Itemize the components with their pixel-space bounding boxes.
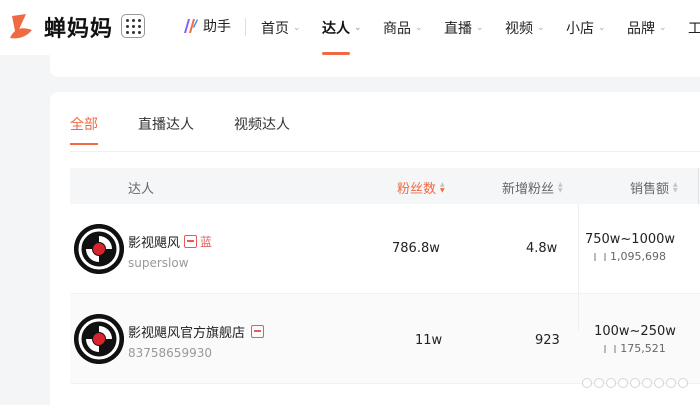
influencer-name[interactable]: 影视飓风官方旗舰店: [128, 322, 245, 341]
nav-brand[interactable]: 品牌 ⌄: [627, 0, 667, 55]
nav-products-label: 商品: [383, 20, 411, 37]
table-header: 达人 粉丝数 ▲ ▼ 新增粉丝 ▲ ▼ 销售额 ▲ ▼: [70, 168, 700, 204]
header-fans[interactable]: 粉丝数 ▲ ▼: [397, 178, 445, 197]
influencer-table: 达人 粉丝数 ▲ ▼ 新增粉丝 ▲ ▼ 销售额 ▲ ▼ 影视飓风 蓝 super…: [70, 168, 700, 384]
app-grid-icon[interactable]: [121, 14, 145, 38]
nav-assistant[interactable]: 助手: [181, 16, 231, 36]
nav-live[interactable]: 直播 ⌄: [444, 0, 484, 55]
nav-influencer-label: 达人: [322, 20, 350, 37]
header-fans-label: 粉丝数: [397, 182, 437, 197]
influencer-list-card: 全部 直播达人 视频达人 达人 粉丝数 ▲▼ 新增粉丝 ▲▼ 销售额 ▲▼: [50, 92, 700, 405]
nav-divider: [245, 18, 246, 36]
sales-cell: 750w~1000w 1,095,698: [575, 232, 685, 263]
tabs-divider: [70, 151, 700, 152]
header-sales-label: 销售额: [630, 182, 670, 197]
chevron-down-icon: ⌄: [537, 22, 545, 33]
sales-count-line: 1,095,698: [575, 250, 685, 263]
nav-tools-label: 工: [688, 20, 700, 37]
nav-video-label: 视频: [505, 20, 533, 37]
chevron-down-icon: ⌄: [293, 22, 301, 33]
nav-home-label: 首页: [261, 20, 289, 37]
brand-logo-icon: [10, 14, 32, 39]
table-row[interactable]: 影视飓风官方旗舰店 83758659930 11w 923 100w~250w …: [70, 294, 700, 384]
sort-icon: ▲ ▼: [673, 180, 678, 194]
nav-shop[interactable]: 小店 ⌄: [566, 0, 606, 55]
fans-count: 786.8w: [392, 241, 440, 256]
sales-cell: 100w~250w 175,521: [580, 324, 690, 355]
header-influencer: 达人: [128, 182, 155, 197]
sort-icon: ▲ ▼: [440, 180, 445, 194]
top-navigation-bar: 蝉妈妈 助手 首页 ⌄ 达人 ⌄ 商品 ⌄ 直播 ⌄ 视频 ⌄ 小店 ⌄ 品牌 ⌄ 工: [0, 0, 700, 55]
table-row[interactable]: 影视飓风 蓝 superslow 786.8w 4.8w 750w~1000w …: [70, 204, 700, 294]
avatar[interactable]: [74, 314, 124, 364]
new-fans-count: 4.8w: [526, 241, 558, 256]
nav-influencer[interactable]: 达人 ⌄: [322, 0, 362, 55]
nav-tools[interactable]: 工: [688, 0, 700, 55]
tab-active-indicator: [70, 143, 98, 145]
column-divider: [578, 204, 579, 330]
avatar[interactable]: [74, 224, 124, 274]
sales-count: 175,521: [620, 342, 666, 355]
sales-range: 750w~1000w: [584, 232, 676, 247]
header-new-fans-label: 新增粉丝: [502, 182, 555, 197]
sales-count-line: 175,521: [580, 342, 690, 355]
influencer-id: 83758659930: [128, 346, 212, 360]
watermark-icon: [582, 378, 688, 388]
chevron-down-icon: ⌄: [415, 22, 423, 33]
nav-video[interactable]: 视频 ⌄: [505, 0, 545, 55]
influencer-id: superslow: [128, 256, 189, 270]
assistant-logo-icon: [184, 19, 198, 33]
chevron-down-icon: ⌄: [659, 22, 667, 33]
chevron-down-icon: ⌄: [354, 22, 362, 33]
sales-range: 100w~250w: [594, 324, 676, 339]
influencer-name-line: 影视飓风官方旗舰店: [128, 322, 265, 341]
previous-card: [50, 55, 700, 77]
tab-video-influencers[interactable]: 视频达人: [234, 114, 290, 134]
header-new-fans[interactable]: 新增粉丝 ▲ ▼: [502, 178, 563, 197]
new-fans-count: 923: [535, 333, 560, 348]
chevron-down-icon: ⌄: [476, 22, 484, 33]
fans-count: 11w: [415, 333, 443, 348]
logo[interactable]: 蝉妈妈: [6, 10, 113, 44]
brand-name: 蝉妈妈: [44, 17, 114, 42]
nav-brand-label: 品牌: [627, 20, 655, 37]
chevron-down-icon: ⌄: [598, 22, 606, 33]
tab-all[interactable]: 全部: [70, 114, 98, 134]
influencer-name-line: 影视飓风 蓝: [128, 232, 212, 251]
bar-chart-icon: [604, 345, 617, 353]
bar-chart-icon: [594, 253, 606, 261]
sort-icon: ▲ ▼: [558, 180, 563, 194]
sales-count: 1,095,698: [610, 250, 666, 263]
column-divider: [698, 168, 699, 204]
tab-live-influencers[interactable]: 直播达人: [138, 114, 194, 134]
nav-assistant-label: 助手: [203, 19, 231, 35]
nav-live-label: 直播: [444, 20, 472, 37]
nav-products[interactable]: 商品 ⌄: [383, 0, 423, 55]
store-badge-icon: [251, 325, 265, 338]
nav-home[interactable]: 首页 ⌄: [261, 0, 301, 55]
influencer-name[interactable]: 影视飓风: [128, 232, 180, 251]
tag-label: 蓝: [200, 235, 213, 249]
header-sales[interactable]: 销售额 ▲ ▼: [630, 178, 678, 197]
category-tabs: 全部 直播达人 视频达人: [70, 114, 330, 134]
store-badge-icon: [184, 235, 198, 248]
nav-shop-label: 小店: [566, 20, 594, 37]
